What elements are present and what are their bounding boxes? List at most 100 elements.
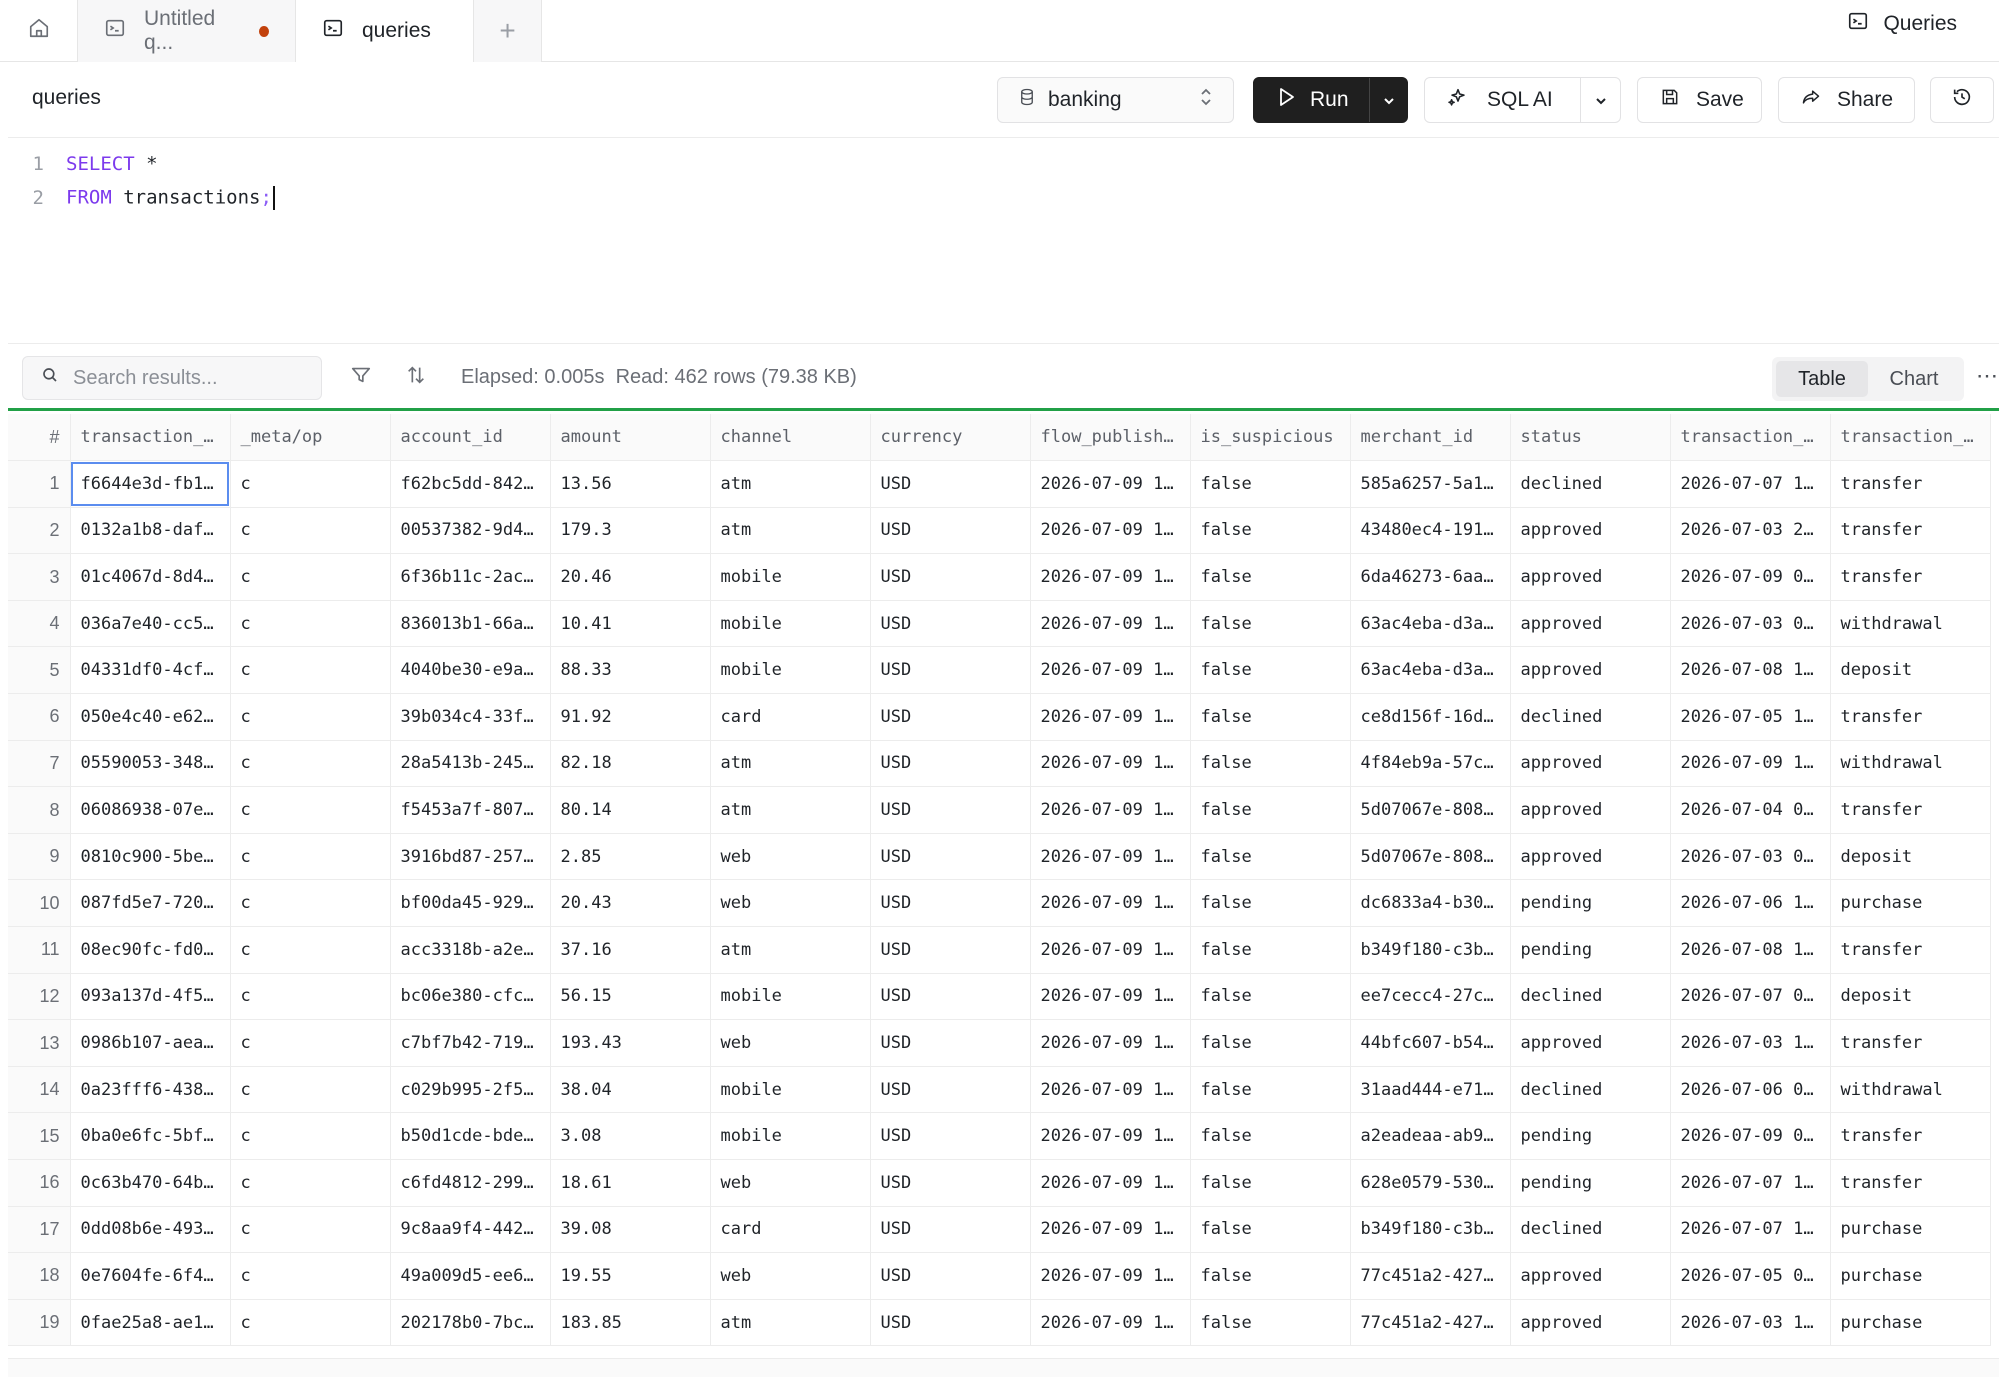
table-cell[interactable]: transfer [1830,553,1991,601]
table-cell[interactable]: 2026-07-03 1… [1670,1299,1831,1347]
table-cell[interactable]: 10.41 [550,600,711,648]
table-cell[interactable]: 13.56 [550,460,711,508]
table-cell[interactable]: 49a009d5-ee6… [390,1252,551,1300]
sql-ai-options-dropdown[interactable] [1580,78,1620,122]
table-cell[interactable]: USD [870,786,1031,834]
table-cell[interactable]: USD [870,1112,1031,1160]
table-cell[interactable]: false [1190,646,1351,695]
table-cell[interactable]: c [230,926,391,974]
table-cell[interactable]: 2026-07-09 1… [1030,879,1191,928]
table-row[interactable]: 1 f6644e3d-fb1… c f62bc5dd-842… 13.56 atm USD 2… [8,460,1991,508]
table-cell[interactable]: 18.61 [550,1159,711,1207]
column-header[interactable]: transaction_… [1830,414,1991,462]
table-cell[interactable]: b349f180-c3b… [1350,1206,1511,1254]
table-cell[interactable]: 0dd08b6e-493… [70,1206,231,1254]
table-cell[interactable]: 2026-07-07 1… [1670,1206,1831,1254]
table-cell[interactable]: 56.15 [550,973,711,1021]
new-tab-button[interactable]: + [474,0,542,62]
run-button[interactable]: Run [1254,78,1369,122]
table-row[interactable]: 14 0a23fff6-438… c c029b995-2f5… 38.04 mobile… [8,1066,1991,1114]
database-select[interactable]: banking [997,77,1234,123]
table-cell[interactable]: 06086938-07e… [70,786,231,834]
table-cell[interactable]: pending [1510,1112,1671,1160]
table-cell[interactable]: b349f180-c3b… [1350,926,1511,974]
table-cell[interactable]: atm [710,460,871,508]
table-row[interactable]: 9 0810c900-5be… c 3916bd87-257… 2.85 web USD 20… [8,833,1991,881]
table-row[interactable]: 15 0ba0e6fc-5bf… c b50d1cde-bde… 3.08 mobile U… [8,1112,1991,1160]
table-cell[interactable]: 093a137d-4f5… [70,973,231,1021]
table-cell[interactable]: 2026-07-09 1… [1030,786,1191,834]
table-cell[interactable]: 2026-07-09 1… [1030,460,1191,508]
table-cell[interactable]: 6da46273-6aa… [1350,553,1511,601]
table-cell[interactable]: false [1190,879,1351,928]
table-row[interactable]: 11 08ec90fc-fd0… c acc3318b-a2e… 37.16 atm USD… [8,926,1991,974]
table-cell[interactable]: transfer [1830,1159,1991,1207]
table-cell[interactable]: 2026-07-08 1… [1670,926,1831,974]
table-cell[interactable]: 20.43 [550,879,711,928]
table-cell[interactable]: c [230,693,391,741]
table-cell[interactable]: 2026-07-09 1… [1030,1066,1191,1114]
table-cell[interactable]: declined [1510,693,1671,741]
table-cell[interactable]: 44bfc607-b54… [1350,1019,1511,1067]
table-cell[interactable]: 01c4067d-8d4… [70,553,231,601]
table-view-tab[interactable]: Table [1776,361,1868,397]
table-cell[interactable]: atm [710,507,871,555]
table-cell[interactable]: 63ac4eba-d3a… [1350,600,1511,648]
table-cell[interactable]: 19.55 [550,1252,711,1300]
column-header[interactable]: currency [870,414,1031,462]
table-cell[interactable]: 2026-07-09 1… [1030,646,1191,695]
table-cell[interactable]: c [230,879,391,928]
table-cell[interactable]: deposit [1830,973,1991,1021]
tab-untitled-query[interactable]: Untitled q... [78,0,296,62]
table-cell[interactable]: 0ba0e6fc-5bf… [70,1112,231,1160]
table-cell[interactable]: withdrawal [1830,740,1991,788]
table-cell[interactable]: 05590053-348… [70,740,231,788]
table-cell[interactable]: 2026-07-09 1… [1030,553,1191,601]
table-cell[interactable]: pending [1510,1159,1671,1207]
table-cell[interactable]: 6f36b11c-2ac… [390,553,551,601]
table-cell[interactable]: c [230,1252,391,1300]
table-cell[interactable]: USD [870,1019,1031,1067]
table-cell[interactable]: 63ac4eba-d3a… [1350,646,1511,695]
table-cell[interactable]: 28a5413b-245… [390,740,551,788]
table-row[interactable]: 6 050e4c40-e62… c 39b034c4-33f… 91.92 card USD… [8,693,1991,741]
table-cell[interactable]: 2026-07-07 0… [1670,973,1831,1021]
table-cell[interactable]: USD [870,460,1031,508]
table-cell[interactable]: 2026-07-09 1… [1030,1019,1191,1067]
table-cell[interactable]: USD [870,646,1031,695]
table-cell[interactable]: mobile [710,553,871,601]
table-cell[interactable]: false [1190,693,1351,741]
table-cell[interactable]: mobile [710,1066,871,1114]
table-cell[interactable]: USD [870,1299,1031,1347]
run-options-dropdown[interactable] [1369,78,1407,122]
table-cell[interactable]: transfer [1830,1112,1991,1160]
table-cell[interactable]: 9c8aa9f4-442… [390,1206,551,1254]
sql-ai-button[interactable]: SQL AI [1425,78,1580,122]
table-cell[interactable]: USD [870,1066,1031,1114]
table-cell[interactable]: false [1190,833,1351,881]
table-cell[interactable]: approved [1510,833,1671,881]
table-cell[interactable]: c [230,646,391,695]
table-cell[interactable]: 2026-07-09 1… [1030,507,1191,555]
table-cell[interactable]: 77c451a2-427… [1350,1252,1511,1300]
table-cell[interactable]: withdrawal [1830,600,1991,648]
table-cell[interactable]: false [1190,1066,1351,1114]
table-cell[interactable]: c [230,1019,391,1067]
table-cell[interactable]: approved [1510,1019,1671,1067]
table-cell[interactable]: false [1190,553,1351,601]
table-cell[interactable]: web [710,833,871,881]
table-cell[interactable]: false [1190,973,1351,1021]
search-input[interactable] [73,366,293,390]
table-cell[interactable]: c [230,740,391,788]
column-header[interactable]: is_suspicious [1190,414,1351,462]
table-cell[interactable]: USD [870,600,1031,648]
table-cell[interactable]: USD [870,740,1031,788]
table-cell[interactable]: USD [870,553,1031,601]
history-button[interactable] [1930,77,1994,123]
column-header[interactable]: transaction_… [1670,414,1831,462]
table-cell[interactable]: 2026-07-07 1… [1670,1159,1831,1207]
table-cell[interactable]: 31aad444-e71… [1350,1066,1511,1114]
table-cell[interactable]: 2026-07-06 1… [1670,879,1831,928]
table-cell[interactable]: USD [870,1206,1031,1254]
table-cell[interactable]: false [1190,1299,1351,1347]
